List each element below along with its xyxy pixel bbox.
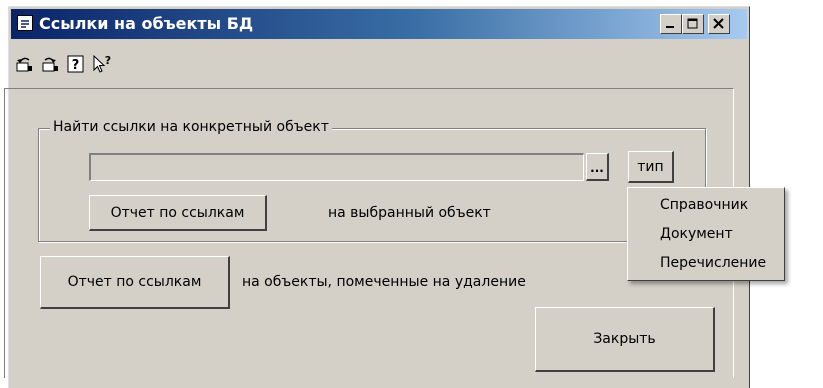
window-title: Ссылки на объекты БД [39,14,254,33]
close-icon [713,18,724,29]
type-menu: Справочник Документ Перечисление [627,187,785,281]
group-legend: Найти ссылки на конкретный объект [50,119,332,135]
minimize-button[interactable] [660,14,682,34]
context-help-icon[interactable]: ? [92,54,112,74]
redo-icon[interactable] [40,54,60,74]
minimize-icon [666,26,674,28]
type-menu-item-document[interactable]: Документ [660,226,733,242]
maximize-icon [687,18,698,29]
help-icon[interactable]: ? [66,54,86,74]
type-menu-item-enum[interactable]: Перечисление [660,255,766,271]
type-button[interactable]: тип [628,151,674,183]
report-selected-note: на выбранный объект [328,205,491,221]
close-dialog-button[interactable]: Закрыть [535,307,715,372]
type-menu-item-catalog[interactable]: Справочник [660,197,748,213]
svg-text:?: ? [105,54,111,67]
title-bar[interactable]: Ссылки на объекты БД [11,9,747,39]
browse-button[interactable]: ... [586,153,609,181]
svg-text:?: ? [72,58,80,73]
app-icon [17,15,33,31]
maximize-button[interactable] [682,14,704,34]
report-deleted-note: на объекты, помеченные на удаление [242,274,526,290]
undo-icon[interactable] [14,54,34,74]
object-field[interactable] [89,153,584,181]
close-button[interactable] [708,14,730,34]
report-deleted-button[interactable]: Отчет по ссылкам [40,256,230,309]
report-selected-button[interactable]: Отчет по ссылкам [89,195,267,231]
